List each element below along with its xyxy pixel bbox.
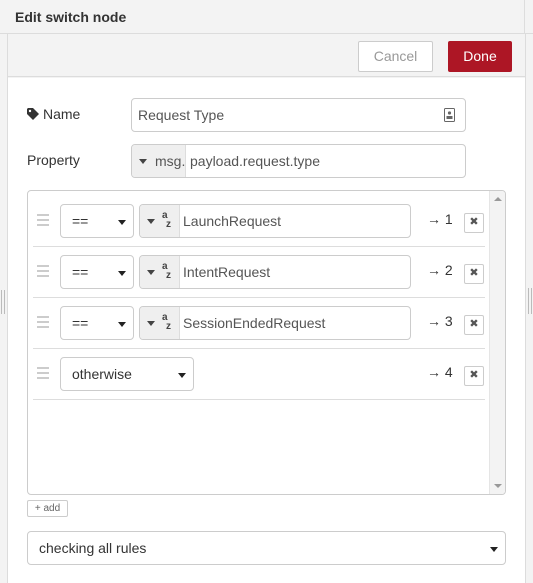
operator-select[interactable]: otherwise bbox=[60, 357, 194, 391]
caret-down-icon bbox=[147, 321, 155, 326]
rule-row: == az LaunchRequest → 1 ✖ bbox=[33, 196, 485, 247]
tag-icon bbox=[27, 108, 39, 120]
operator-value: otherwise bbox=[72, 366, 132, 382]
edit-switch-dialog: Edit switch node Cancel Done Name Reques… bbox=[0, 0, 533, 583]
remove-rule-button[interactable]: ✖ bbox=[464, 264, 484, 284]
operator-value: == bbox=[72, 264, 89, 280]
caret-down-icon bbox=[118, 220, 126, 225]
drag-handle-icon[interactable] bbox=[37, 265, 49, 279]
remove-icon: ✖ bbox=[469, 267, 479, 279]
checking-mode-select[interactable]: checking all rules bbox=[27, 531, 506, 565]
remove-rule-button[interactable]: ✖ bbox=[464, 213, 484, 233]
value-type-selector[interactable]: az bbox=[140, 205, 180, 237]
done-button[interactable]: Done bbox=[448, 41, 512, 72]
operator-value: == bbox=[72, 213, 89, 229]
string-type-icon: az bbox=[162, 210, 171, 230]
drag-handle-icon[interactable] bbox=[37, 214, 49, 228]
name-value: Request Type bbox=[138, 107, 225, 123]
card-icon[interactable] bbox=[444, 108, 455, 122]
scroll-down-icon[interactable] bbox=[494, 484, 502, 488]
rule-row: otherwise → 4 ✖ bbox=[33, 349, 485, 400]
scroll-up-icon[interactable] bbox=[494, 197, 502, 201]
operator-select[interactable]: == bbox=[60, 204, 134, 238]
string-type-icon: az bbox=[162, 312, 171, 332]
caret-down-icon bbox=[178, 373, 186, 378]
right-edge bbox=[525, 34, 526, 583]
rule-row: == az SessionEndedRequest → 3 ✖ bbox=[33, 298, 485, 349]
rules-list: == az LaunchRequest → 1 ✖ == a z IntentR… bbox=[27, 190, 506, 495]
rule-value: LaunchRequest bbox=[183, 213, 282, 229]
operator-value: == bbox=[72, 315, 89, 331]
remove-icon: ✖ bbox=[469, 216, 479, 228]
remove-rule-button[interactable]: ✖ bbox=[464, 366, 484, 386]
drag-handle-icon[interactable] bbox=[37, 316, 49, 330]
property-prefix: msg. bbox=[155, 153, 186, 169]
operator-select[interactable]: == bbox=[60, 306, 134, 340]
dialog-toolbar: Cancel Done bbox=[8, 35, 525, 77]
rule-value: SessionEndedRequest bbox=[183, 315, 326, 331]
value-type-selector[interactable]: az bbox=[140, 256, 180, 288]
titlebar-divider bbox=[524, 0, 525, 34]
rule-value-input[interactable]: az SessionEndedRequest bbox=[139, 306, 411, 340]
operator-select[interactable]: == bbox=[60, 255, 134, 289]
name-input[interactable]: Request Type bbox=[131, 98, 466, 132]
dialog-title: Edit switch node bbox=[15, 9, 127, 25]
value-type-selector[interactable]: az bbox=[140, 307, 180, 339]
remove-icon: ✖ bbox=[469, 318, 479, 330]
caret-down-icon bbox=[139, 159, 147, 164]
output-label: → 2 bbox=[427, 262, 453, 278]
add-rule-button[interactable]: + add bbox=[27, 500, 68, 517]
property-value: payload.request.type bbox=[190, 153, 320, 169]
property-type-selector[interactable]: msg. bbox=[132, 145, 186, 177]
cancel-button[interactable]: Cancel bbox=[358, 41, 433, 72]
output-label: → 3 bbox=[427, 313, 453, 329]
property-input[interactable]: msg. payload.request.type bbox=[131, 144, 466, 178]
plus-icon: + bbox=[34, 503, 41, 514]
rules-scrollbar[interactable] bbox=[489, 191, 505, 494]
rule-row: == az IntentRequest → 2 ✖ bbox=[33, 247, 485, 298]
remove-icon: ✖ bbox=[469, 369, 479, 381]
output-label: → 1 bbox=[427, 211, 453, 227]
caret-down-icon bbox=[118, 322, 126, 327]
dialog-titlebar: Edit switch node bbox=[0, 0, 533, 34]
caret-down-icon bbox=[147, 219, 155, 224]
caret-down-icon bbox=[490, 547, 498, 552]
output-label: → 4 bbox=[427, 364, 453, 380]
name-label: Name bbox=[43, 106, 81, 122]
property-label: Property bbox=[27, 152, 80, 168]
drag-handle-icon[interactable] bbox=[37, 367, 49, 381]
rule-value-input[interactable]: az LaunchRequest bbox=[139, 204, 411, 238]
string-type-icon: az bbox=[162, 261, 171, 281]
caret-down-icon bbox=[147, 270, 155, 275]
rule-value-input[interactable]: az IntentRequest bbox=[139, 255, 411, 289]
remove-rule-button[interactable]: ✖ bbox=[464, 315, 484, 335]
right-resize-grip[interactable] bbox=[528, 288, 532, 314]
left-resize-grip[interactable] bbox=[1, 290, 5, 314]
add-label: add bbox=[43, 503, 61, 514]
caret-down-icon bbox=[118, 271, 126, 276]
rule-value: IntentRequest bbox=[183, 264, 271, 280]
checking-mode-value: checking all rules bbox=[39, 540, 147, 556]
